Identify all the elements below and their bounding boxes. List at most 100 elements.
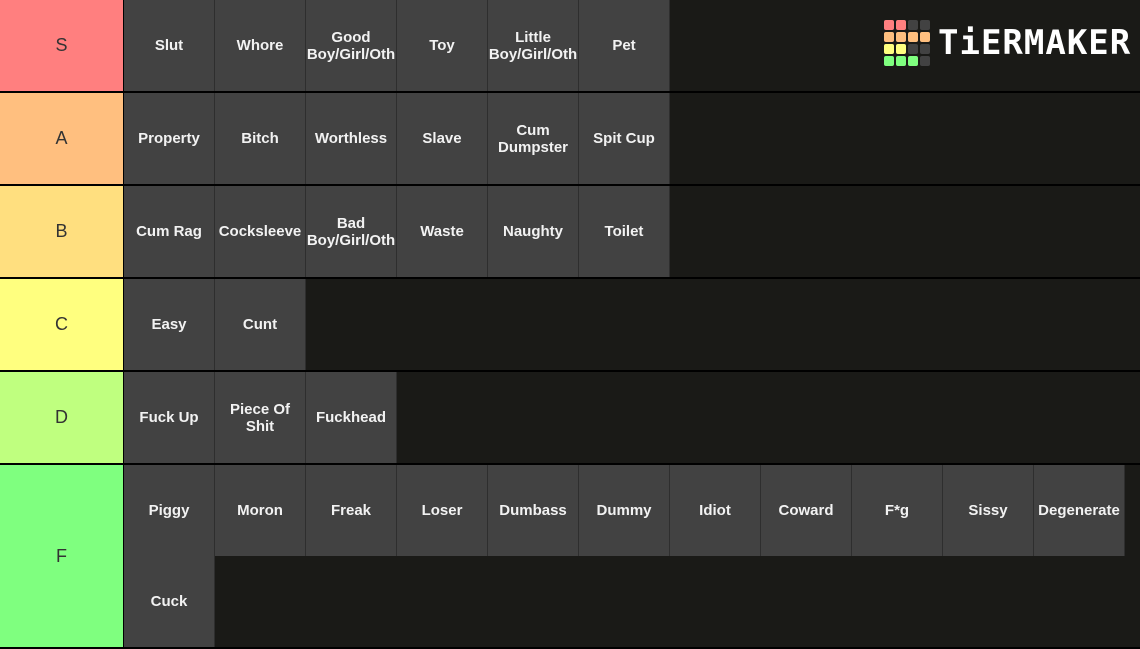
tier-item-tile[interactable]: Property	[124, 93, 215, 184]
tier-item-label: Fuck Up	[139, 409, 199, 426]
tier-item-tile[interactable]: Slave	[397, 93, 488, 184]
tiermaker-grid-icon	[884, 20, 930, 66]
tier-item-label: Toilet	[604, 223, 644, 240]
tier-items-dropzone[interactable]: Easy Cunt	[124, 279, 1140, 370]
tier-item-tile[interactable]: Pet	[579, 0, 670, 91]
tier-item-tile[interactable]: Coward	[761, 465, 852, 556]
tier-item-tile[interactable]: Bad Boy/Girl/Oth	[306, 186, 397, 277]
tier-item-tile[interactable]: Loser	[397, 465, 488, 556]
tier-item-label: Dumbass	[499, 502, 567, 519]
tier-label[interactable]: C	[0, 279, 124, 370]
tier-item-label: Sissy	[968, 502, 1008, 519]
tier-item-tile[interactable]: F*g	[852, 465, 943, 556]
tier-item-tile[interactable]: Bitch	[215, 93, 306, 184]
logo-grid-cell	[920, 56, 930, 66]
tier-item-label: Cunt	[242, 316, 278, 333]
logo-grid-cell	[896, 32, 906, 42]
tier-row-f: F Piggy Moron Freak Loser Dumbass Dummy Idiot Co…	[0, 465, 1140, 649]
tier-row-c: C Easy Cunt	[0, 279, 1140, 372]
tier-item-label: Bad Boy/Girl/Oth	[306, 214, 396, 249]
logo-grid-cell	[908, 20, 918, 30]
tier-items-dropzone[interactable]: Cum Rag Cocksleeve Bad Boy/Girl/Oth Waste Na…	[124, 186, 1140, 277]
tier-item-tile[interactable]: Whore	[215, 0, 306, 91]
tier-item-label: Loser	[421, 502, 463, 519]
tier-item-label: Fuckhead	[315, 409, 387, 426]
tier-item-tile[interactable]: Piece Of Shit	[215, 372, 306, 463]
tier-item-label: Easy	[151, 316, 187, 333]
tier-item-label: Piggy	[148, 502, 190, 519]
tier-item-tile[interactable]: Toy	[397, 0, 488, 91]
tier-item-label: Cum Dumpster	[497, 121, 568, 156]
logo-grid-cell	[896, 44, 906, 54]
tier-item-label: Degenerate	[1038, 502, 1120, 519]
tier-item-tile[interactable]: Worthless	[306, 93, 397, 184]
tier-item-tile[interactable]: Naughty	[488, 186, 579, 277]
tier-item-tile[interactable]: Cunt	[215, 279, 306, 370]
tier-label[interactable]: F	[0, 465, 124, 647]
logo-grid-cell	[884, 44, 894, 54]
tier-item-tile[interactable]: Easy	[124, 279, 215, 370]
tier-item-label: Slave	[422, 130, 462, 147]
tier-item-label: Piece Of Shit	[229, 400, 291, 435]
logo-grid-cell	[920, 44, 930, 54]
tier-item-tile[interactable]: Dumbass	[488, 465, 579, 556]
tier-items-dropzone[interactable]: Fuck Up Piece Of Shit Fuckhead	[124, 372, 1140, 463]
tier-item-label: Cocksleeve	[218, 223, 302, 240]
tier-row-d: D Fuck Up Piece Of Shit Fuckhead	[0, 372, 1140, 465]
tier-item-label: Dummy	[596, 502, 652, 519]
tier-items-dropzone[interactable]: Property Bitch Worthless Slave Cum Dumpster S…	[124, 93, 1140, 184]
logo-grid-cell	[908, 56, 918, 66]
tier-label[interactable]: B	[0, 186, 124, 277]
tier-item-label: Good Boy/Girl/Oth	[306, 28, 396, 63]
tier-label[interactable]: A	[0, 93, 124, 184]
tier-item-tile[interactable]: Moron	[215, 465, 306, 556]
tiermaker-wordmark: TiERMAKER	[938, 23, 1132, 63]
logo-grid-cell	[908, 44, 918, 54]
tier-item-tile[interactable]: Cum Dumpster	[488, 93, 579, 184]
tiermaker-logo: TiERMAKER	[884, 20, 1131, 66]
tier-item-tile[interactable]: Spit Cup	[579, 93, 670, 184]
tier-item-tile[interactable]: Cum Rag	[124, 186, 215, 277]
logo-grid-cell	[896, 20, 906, 30]
tier-item-tile[interactable]: Piggy	[124, 465, 215, 556]
logo-grid-cell	[920, 20, 930, 30]
tier-item-label: Spit Cup	[593, 130, 655, 147]
tier-item-tile[interactable]: Cocksleeve	[215, 186, 306, 277]
tier-item-tile[interactable]: Little Boy/Girl/Oth	[488, 0, 579, 91]
tier-items-dropzone[interactable]: Piggy Moron Freak Loser Dumbass Dummy Idiot Cow…	[124, 465, 1140, 647]
tier-item-tile[interactable]: Good Boy/Girl/Oth	[306, 0, 397, 91]
logo-grid-cell	[920, 32, 930, 42]
tier-item-label: Naughty	[503, 223, 563, 240]
logo-grid-cell	[884, 20, 894, 30]
logo-grid-cell	[896, 56, 906, 66]
tier-item-label: Toy	[429, 37, 455, 54]
tier-item-tile[interactable]: Dummy	[579, 465, 670, 556]
tier-item-tile[interactable]: Degenerate	[1034, 465, 1125, 556]
tier-item-tile[interactable]: Fuckhead	[306, 372, 397, 463]
logo-grid-cell	[884, 32, 894, 42]
tier-item-label: Cum Rag	[136, 223, 202, 240]
tier-list-board: S Slut Whore Good Boy/Girl/Oth Toy Little Boy…	[0, 0, 1140, 649]
tier-label[interactable]: S	[0, 0, 124, 91]
tier-item-label: Moron	[237, 502, 283, 519]
tier-item-label: Property	[138, 130, 200, 147]
tier-label[interactable]: D	[0, 372, 124, 463]
tier-item-label: Whore	[236, 37, 284, 54]
tier-item-tile[interactable]: Toilet	[579, 186, 670, 277]
tier-item-tile[interactable]: Sissy	[943, 465, 1034, 556]
tier-item-label: Idiot	[699, 502, 731, 519]
tier-item-tile[interactable]: Freak	[306, 465, 397, 556]
tier-item-tile[interactable]: Cuck	[124, 556, 215, 647]
tier-row-b: B Cum Rag Cocksleeve Bad Boy/Girl/Oth Waste N…	[0, 186, 1140, 279]
tier-item-label: Coward	[778, 502, 834, 519]
logo-grid-cell	[884, 56, 894, 66]
tier-item-label: Slut	[154, 37, 184, 54]
logo-grid-cell	[908, 32, 918, 42]
tier-item-tile[interactable]: Slut	[124, 0, 215, 91]
tier-item-tile[interactable]: Idiot	[670, 465, 761, 556]
tier-item-tile[interactable]: Waste	[397, 186, 488, 277]
tier-item-label: Freak	[330, 502, 372, 519]
tier-item-label: Waste	[420, 223, 464, 240]
tier-item-tile[interactable]: Fuck Up	[124, 372, 215, 463]
tier-item-label: Worthless	[314, 130, 388, 147]
